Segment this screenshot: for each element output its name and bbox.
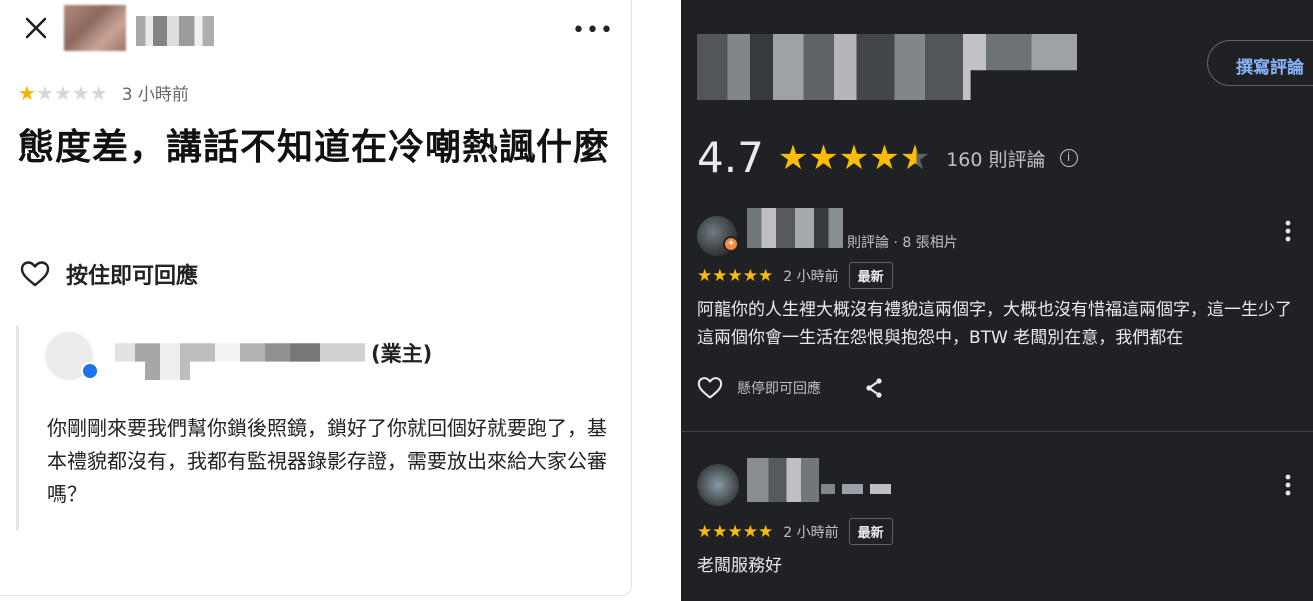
- rating-summary: 4.7 ★ ★ ★ ★ ★ 160 則評論 i: [697, 134, 1078, 182]
- like-label[interactable]: 懸停即可回應: [737, 378, 821, 398]
- reviews-list-panel: 撰寫評論 4.7 ★ ★ ★ ★ ★ 160 則評論 i ✦ 則評論 · 8 張…: [681, 0, 1313, 601]
- rating-value: 4.7: [697, 133, 764, 182]
- more-options-icon[interactable]: [1285, 220, 1291, 242]
- info-icon[interactable]: i: [1059, 149, 1078, 167]
- business-name-redacted: [697, 34, 1077, 100]
- star-icon: ★: [89, 80, 108, 105]
- screenshot-root: ••• ★ ★ ★ ★ ★ 3 小時前 態度差，講話不知道在冷嘲熱諷什麼 按住即…: [0, 0, 1313, 601]
- star-icon: ★: [697, 265, 713, 286]
- owner-reply: (業主) 你剛剛來要我們幫你鎖後照鏡，鎖好了你就回個好就要跑了，基本禮貌都沒有，…: [16, 326, 616, 530]
- star-icon: ★: [758, 265, 774, 286]
- reviewer-avatar[interactable]: [697, 464, 739, 506]
- rating-stars: ★ ★ ★ ★ ★: [778, 138, 930, 178]
- review-actions: 懸停即可回應: [697, 376, 885, 400]
- star-icon: ★: [712, 265, 728, 286]
- owner-tag: (業主): [371, 342, 433, 366]
- more-options-icon[interactable]: •••: [572, 18, 614, 43]
- review-detail-panel: ••• ★ ★ ★ ★ ★ 3 小時前 態度差，講話不知道在冷嘲熱諷什麼 按住即…: [0, 0, 632, 596]
- star-icon: ★: [742, 521, 758, 542]
- heart-icon[interactable]: [697, 376, 723, 400]
- star-icon: ★: [727, 265, 743, 286]
- verified-badge-icon: [81, 362, 99, 380]
- review-text: 老闆服務好: [697, 556, 782, 576]
- close-icon[interactable]: [22, 14, 50, 42]
- owner-name-redacted[interactable]: [115, 343, 365, 380]
- write-review-button[interactable]: 撰寫評論: [1207, 40, 1313, 86]
- reviewer-name-redacted[interactable]: [747, 208, 843, 248]
- review-count[interactable]: 160 則評論: [946, 145, 1045, 172]
- review-rating: ★ ★ ★ ★ ★ 3 小時前: [18, 80, 189, 106]
- star-icon: ★: [53, 80, 72, 105]
- review-text: 阿龍你的人生裡大概沒有禮貌這兩個字，大概也沒有惜福這兩個字，這一生少了這兩個你會…: [697, 300, 1292, 348]
- reviewer-avatar[interactable]: [64, 5, 126, 51]
- more-options-icon[interactable]: [1285, 474, 1291, 496]
- star-icon: ★: [808, 138, 839, 178]
- reviewer-meta: 則評論 · 8 張相片: [847, 235, 958, 251]
- reviewer-name-redacted[interactable]: [136, 16, 214, 46]
- new-badge: 最新: [848, 518, 893, 545]
- heart-icon: [20, 261, 50, 287]
- local-guide-badge-icon: ✦: [723, 236, 739, 252]
- star-icon: ★: [727, 521, 743, 542]
- new-badge: 最新: [848, 262, 893, 289]
- star-icon: ★: [869, 138, 900, 178]
- review-time: 2 小時前: [783, 524, 839, 541]
- half-star-icon: ★: [899, 138, 931, 178]
- star-icon: ★: [758, 521, 774, 542]
- star-icon: ★: [838, 138, 870, 178]
- star-icon: ★: [71, 80, 90, 105]
- review-item: ★ ★ ★ ★ ★ 2 小時前 最新 老闆服務好: [681, 452, 1313, 601]
- reviewer-meta-redacted: [821, 484, 891, 494]
- star-icon: ★: [697, 521, 713, 542]
- review-rating: ★ ★ ★ ★ ★ 2 小時前 最新: [697, 262, 893, 289]
- star-icon: ★: [18, 80, 36, 105]
- star-icon: ★: [742, 265, 758, 286]
- share-icon[interactable]: [863, 377, 885, 399]
- review-time: 2 小時前: [783, 268, 839, 285]
- review-title: 態度差，講話不知道在冷嘲熱諷什麼: [18, 127, 611, 168]
- like-label: 按住即可回應: [66, 264, 199, 289]
- star-icon: ★: [712, 521, 728, 542]
- review-item: ✦ 則評論 · 8 張相片 ★ ★ ★ ★ ★ 2 小時前 最新 阿龍你的人生裡…: [681, 208, 1313, 432]
- review-rating: ★ ★ ★ ★ ★ 2 小時前 最新: [697, 518, 893, 545]
- review-time: 3 小時前: [121, 85, 189, 105]
- star-icon: ★: [35, 80, 54, 105]
- like-button[interactable]: 按住即可回應: [20, 258, 198, 290]
- owner-reply-text: 你剛剛來要我們幫你鎖後照鏡，鎖好了你就回個好就要跑了，基本禮貌都沒有，我都有監視…: [47, 416, 607, 506]
- reviewer-name-redacted[interactable]: [747, 458, 819, 502]
- star-icon: ★: [777, 138, 809, 178]
